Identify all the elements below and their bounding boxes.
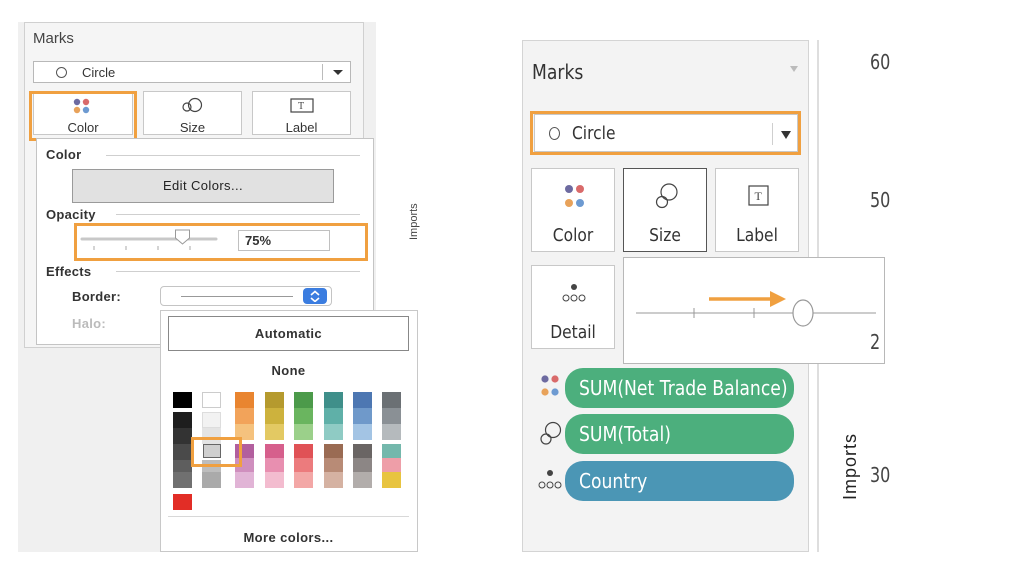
pill-country[interactable]: Country xyxy=(565,461,794,501)
automatic-button[interactable]: Automatic xyxy=(168,316,409,351)
svg-text:T: T xyxy=(298,101,304,112)
color-swatch[interactable] xyxy=(324,424,343,440)
color-swatch[interactable] xyxy=(294,424,313,440)
label-button-label: Label xyxy=(736,225,778,246)
dropdown-divider xyxy=(322,64,323,80)
detail-dots-icon xyxy=(538,470,562,489)
axis-tick-label: 60 xyxy=(870,50,891,74)
color-swatch[interactable] xyxy=(382,472,401,488)
color-swatch[interactable] xyxy=(382,424,401,440)
color-swatch[interactable] xyxy=(294,408,313,424)
detail-button[interactable]: Detail xyxy=(531,265,615,349)
color-swatch[interactable] xyxy=(382,392,401,408)
divider xyxy=(116,214,360,215)
color-swatch[interactable] xyxy=(235,472,254,488)
color-swatch[interactable] xyxy=(324,408,343,424)
color-swatch[interactable] xyxy=(235,392,254,408)
size-button[interactable]: Size xyxy=(143,91,242,135)
arrow-annotation-icon xyxy=(709,291,786,307)
mark-type-value: Circle xyxy=(82,65,116,80)
color-swatch[interactable] xyxy=(173,444,192,460)
pill-label: SUM(Net Trade Balance) xyxy=(579,376,788,400)
border-label: Border: xyxy=(72,289,122,304)
color-swatch[interactable] xyxy=(353,408,372,424)
color-dots-icon xyxy=(565,185,584,207)
imports-side-label: Imports xyxy=(408,203,420,240)
color-swatch[interactable] xyxy=(173,392,192,408)
divider xyxy=(168,516,409,517)
highlight-opacity xyxy=(74,223,368,261)
pill-net-trade-balance[interactable]: SUM(Net Trade Balance) xyxy=(565,368,794,408)
label-icon: T xyxy=(748,185,769,206)
color-dots-icon xyxy=(541,375,559,396)
color-swatch[interactable] xyxy=(353,472,372,488)
label-button[interactable]: T Label xyxy=(252,91,351,135)
color-swatch[interactable] xyxy=(235,408,254,424)
color-section-title: Color xyxy=(46,147,82,162)
color-swatch[interactable] xyxy=(173,412,192,428)
label-icon: T xyxy=(290,98,314,113)
axis-tick-label: 30 xyxy=(870,463,891,487)
divider xyxy=(106,155,360,156)
color-swatch[interactable] xyxy=(173,428,192,444)
pill-label: Country xyxy=(579,469,648,493)
axis-tick-label: 2 xyxy=(870,330,881,354)
color-swatch[interactable] xyxy=(324,472,343,488)
pill-sum-total[interactable]: SUM(Total) xyxy=(565,414,794,454)
halo-label: Halo: xyxy=(72,316,106,331)
divider xyxy=(116,271,360,272)
color-swatch[interactable] xyxy=(324,392,343,408)
highlight-selected-swatch xyxy=(191,437,242,467)
circle-icon xyxy=(56,67,67,78)
detail-dots-icon xyxy=(562,284,586,302)
size-slider-popup xyxy=(623,257,885,364)
color-swatch[interactable] xyxy=(294,472,313,488)
pill-label: SUM(Total) xyxy=(579,422,671,446)
color-swatch[interactable] xyxy=(265,424,284,440)
opacity-section-title: Opacity xyxy=(46,207,96,222)
highlight-mark-type xyxy=(530,111,801,155)
color-swatch[interactable] xyxy=(353,392,372,408)
color-swatch[interactable] xyxy=(265,408,284,424)
size-icon xyxy=(182,97,203,113)
color-swatch[interactable] xyxy=(173,472,192,488)
size-icon xyxy=(540,421,562,445)
slider-knob[interactable] xyxy=(792,299,814,327)
label-button[interactable]: T Label xyxy=(715,168,799,252)
color-swatch[interactable] xyxy=(353,424,372,440)
stepper-chevrons-icon xyxy=(310,290,320,302)
color-swatch[interactable] xyxy=(265,392,284,408)
effects-section-title: Effects xyxy=(46,264,92,279)
color-swatch[interactable] xyxy=(202,392,221,408)
mark-type-dropdown[interactable]: Circle xyxy=(33,61,351,83)
size-icon xyxy=(655,183,678,209)
axis-tick-label: 50 xyxy=(870,188,891,212)
color-button[interactable]: Color xyxy=(531,168,615,252)
more-colors-button[interactable]: More colors... xyxy=(168,530,409,545)
border-line-preview xyxy=(181,296,293,297)
highlight-color-button xyxy=(29,91,137,141)
marks-title: Marks xyxy=(33,30,74,47)
color-swatch[interactable] xyxy=(173,494,192,510)
axis-title: Imports xyxy=(840,432,860,500)
size-button[interactable]: Size xyxy=(623,168,707,252)
chevron-down-icon[interactable] xyxy=(333,70,343,75)
size-slider[interactable] xyxy=(634,288,879,338)
size-button-label: Size xyxy=(179,120,206,135)
color-swatch[interactable] xyxy=(382,408,401,424)
svg-text:T: T xyxy=(755,189,763,203)
marks-title: Marks xyxy=(532,60,584,84)
color-swatch[interactable] xyxy=(202,412,221,428)
color-swatch[interactable] xyxy=(202,472,221,488)
color-swatch[interactable] xyxy=(265,472,284,488)
size-button-label: Size xyxy=(649,225,681,246)
none-option[interactable]: None xyxy=(168,363,409,378)
border-stepper[interactable] xyxy=(303,288,327,304)
detail-button-label: Detail xyxy=(550,322,596,343)
color-button-label: Color xyxy=(552,225,594,246)
label-button-label: Label xyxy=(285,120,318,135)
color-swatch[interactable] xyxy=(294,392,313,408)
chevron-down-icon[interactable] xyxy=(790,66,798,72)
edit-colors-button[interactable]: Edit Colors... xyxy=(72,169,334,203)
